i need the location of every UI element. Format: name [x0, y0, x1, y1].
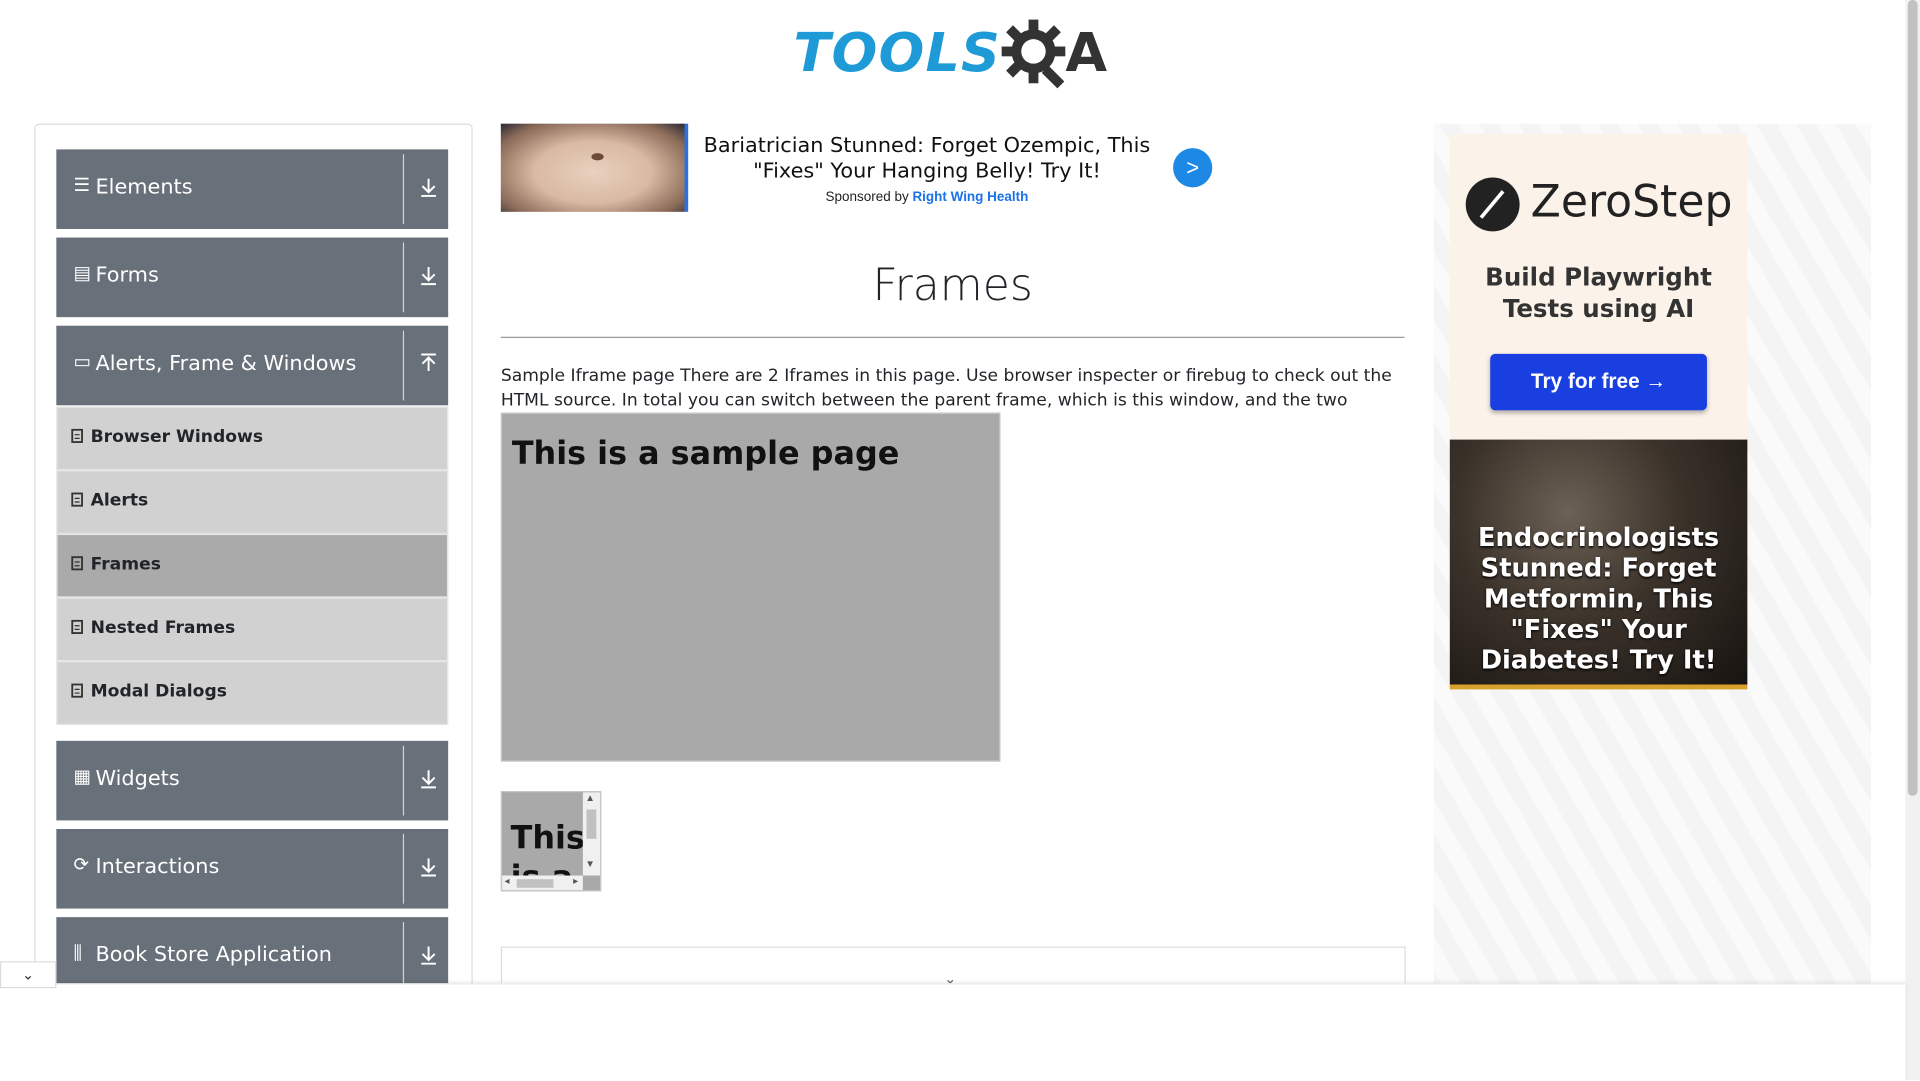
iframe-large[interactable]: This is a sample page: [500, 412, 1001, 762]
sidebar-item-modal-dialogs[interactable]: Modal Dialogs: [56, 661, 449, 725]
group-label: Forms: [95, 263, 159, 288]
endo-ad-text: Endocrinologists Stunned: Forget Metform…: [1477, 522, 1720, 675]
sponsored-prefix: Sponsored by: [825, 189, 909, 205]
group-label: Alerts, Frame & Windows: [95, 351, 357, 376]
interaction-icon: ⟳: [73, 854, 89, 876]
ad-sponsored: Sponsored by Right Wing Health: [694, 190, 1159, 205]
scroll-thumb[interactable]: [516, 879, 554, 888]
collapse-up-icon: [421, 353, 436, 372]
expand-down-icon: [421, 266, 436, 286]
window-icon: ▭: [73, 351, 91, 373]
ad-image-detail: [591, 153, 604, 161]
document-icon: ▤: [73, 263, 91, 285]
toolsqa-logo[interactable]: TOOLS A: [793, 15, 1124, 93]
bottom-ad-bar: [0, 983, 1906, 1081]
file-icon: [71, 683, 83, 698]
expand-down-icon: [421, 946, 436, 965]
hamburger-icon: ☰: [73, 175, 90, 196]
item-label: Frames: [90, 554, 161, 575]
right-ad-column: ZeroStep Build Playwright Tests using AI…: [1433, 123, 1872, 1006]
divider: [402, 833, 405, 904]
file-icon: [71, 556, 83, 571]
title-divider: [500, 336, 1405, 338]
item-label: Modal Dialogs: [90, 682, 227, 702]
collapse-ad-button[interactable]: ⌄: [0, 961, 57, 989]
try-for-free-button[interactable]: Try for free →: [1490, 353, 1707, 411]
file-icon: [71, 619, 83, 634]
sidebar-item-nested-frames[interactable]: Nested Frames: [56, 597, 449, 662]
group-label: Widgets: [95, 766, 180, 792]
sidebar-group-widgets[interactable]: ▦ Widgets: [56, 740, 449, 821]
divider: [402, 330, 405, 401]
scroll-right-icon[interactable]: ▸: [573, 876, 578, 887]
zerostep-ad[interactable]: ZeroStep Build Playwright Tests using AI…: [1449, 133, 1748, 440]
left-sidebar: ☰ Elements ▤ Forms ▭ Alerts, Frame & Win…: [34, 123, 473, 1008]
item-label: Browser Windows: [90, 427, 264, 447]
divider: [402, 242, 405, 313]
expand-down-icon: [421, 770, 436, 789]
ad-sponsor[interactable]: Right Wing Health: [912, 190, 1028, 205]
zerostep-brand: ZeroStep: [1530, 177, 1733, 228]
sidebar-item-browser-windows[interactable]: Browser Windows: [56, 406, 449, 471]
group-label: Book Store Application: [95, 942, 332, 968]
sidebar-group-elements[interactable]: ☰ Elements: [56, 149, 449, 229]
file-icon: [71, 428, 83, 443]
endocrinologist-ad[interactable]: Endocrinologists Stunned: Forget Metform…: [1449, 439, 1748, 690]
iframe-small[interactable]: This is a ▲ ▼ ◂ ▸: [500, 791, 602, 892]
ad-next-button[interactable]: >: [1173, 148, 1213, 188]
sidebar-item-alerts[interactable]: Alerts: [56, 470, 449, 534]
sidebar-group-interactions[interactable]: ⟳ Interactions: [56, 828, 449, 909]
sidebar-group-forms[interactable]: ▤ Forms: [56, 237, 449, 318]
divider: [402, 745, 405, 816]
group-label: Elements: [95, 175, 193, 200]
expand-down-icon: [421, 858, 436, 877]
divider: [402, 922, 405, 992]
page-scroll-thumb[interactable]: [1907, 0, 1918, 796]
books-icon: ⫼: [73, 942, 82, 964]
site-header: TOOLS A: [0, 0, 1905, 110]
sidebar-group-alerts-frame-windows[interactable]: ▭ Alerts, Frame & Windows: [56, 325, 449, 406]
top-ad-banner[interactable]: Bariatrician Stunned: Forget Ozempic, Th…: [500, 123, 1236, 213]
logo-text-a: A: [1065, 22, 1108, 85]
scroll-left-icon[interactable]: ◂: [504, 876, 509, 887]
gear-magnifier-icon: [1001, 19, 1066, 89]
zerostep-tagline: Build Playwright Tests using AI: [1485, 262, 1712, 324]
sidebar-item-frames[interactable]: Frames: [56, 533, 449, 598]
page-scrollbar[interactable]: [1905, 0, 1920, 1081]
ad-image[interactable]: [500, 123, 689, 212]
divider: [402, 154, 405, 225]
scroll-down-icon[interactable]: ▼: [585, 858, 595, 869]
scroll-up-icon[interactable]: ▲: [585, 792, 595, 803]
frame-vertical-scrollbar[interactable]: ▲ ▼: [582, 792, 601, 876]
logo-text-tools: TOOLS: [793, 22, 1002, 85]
frame-horizontal-scrollbar[interactable]: ◂ ▸: [502, 875, 583, 891]
ad-headline[interactable]: Bariatrician Stunned: Forget Ozempic, Th…: [694, 133, 1159, 184]
grid-icon: ▦: [73, 766, 91, 788]
scroll-thumb[interactable]: [586, 809, 597, 839]
item-label: Alerts: [90, 491, 149, 511]
group-label: Interactions: [95, 854, 220, 880]
expand-down-icon: [421, 178, 436, 197]
item-label: Nested Frames: [90, 618, 236, 638]
frame-heading: This is a sample page: [511, 435, 900, 473]
zerostep-logo-icon: [1465, 177, 1520, 232]
page-title: Frames: [872, 260, 1033, 312]
file-icon: [71, 492, 83, 507]
